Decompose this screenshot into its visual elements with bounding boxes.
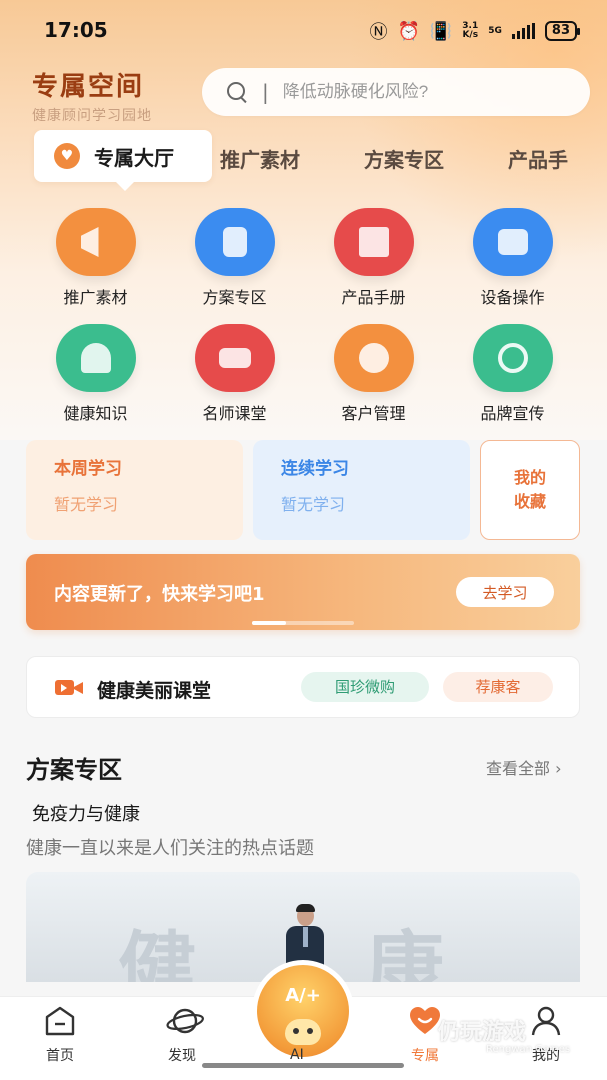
home-indicator <box>202 1063 404 1068</box>
network-type: 5G <box>488 25 502 36</box>
classroom-bar[interactable]: 健康美丽课堂 国珍微购 荐康客 <box>26 656 580 718</box>
grid-item-health-knowledge[interactable]: 健康知识 <box>26 324 165 424</box>
tab-exclusive-hall[interactable]: ♥ 专属大厅 <box>34 130 212 191</box>
tab-products[interactable]: 产品手 <box>508 144 578 173</box>
video-icon <box>194 324 275 392</box>
tab-label: 专属大厅 <box>94 145 174 170</box>
grid-item-label: 设备操作 <box>480 288 545 307</box>
search-bar[interactable]: | <box>202 68 590 116</box>
battery-icon: 83 <box>544 21 581 41</box>
grid-item-customers[interactable]: 客户管理 <box>304 324 443 424</box>
weekly-study-value: 暂无学习 <box>54 495 119 514</box>
classroom-title: 健康美丽课堂 <box>97 680 212 702</box>
megaphone-icon <box>55 208 136 276</box>
brand-block: 专属空间 健康顾问学习园地 <box>32 66 152 125</box>
document-icon <box>194 208 275 276</box>
tab-promotion[interactable]: 推广素材 <box>220 144 300 173</box>
users-icon <box>333 324 414 392</box>
grid-item-label: 名师课堂 <box>202 404 267 423</box>
article-description: 健康一直以来是人们关注的热点话题 <box>26 838 314 859</box>
video-camera-icon <box>55 678 83 698</box>
page-title: 专属空间 <box>32 72 145 102</box>
signal-icon <box>511 23 535 39</box>
chip-jiankangke[interactable]: 荐康客 <box>443 672 553 702</box>
banner-text: 内容更新了，快来学习吧1 <box>54 584 265 605</box>
search-divider: | <box>262 80 269 104</box>
continuous-study-card[interactable]: 连续学习 暂无学习 <box>253 440 470 540</box>
grid-item-manual[interactable]: 产品手册 <box>304 208 443 308</box>
favorites-label-line1: 我的 <box>513 468 546 487</box>
section-title: 方案专区 <box>26 756 122 784</box>
article-title[interactable]: 免疫力与健康 <box>32 800 140 826</box>
grid-item-solutions[interactable]: 方案专区 <box>165 208 304 308</box>
nav-discover[interactable]: 发现 <box>142 1005 222 1065</box>
nav-label-ai: AI <box>290 1047 304 1063</box>
vibrate-icon: 📳 <box>429 20 453 42</box>
nav-home[interactable]: 首页 <box>20 1005 100 1065</box>
nfc-icon: Ⓝ <box>369 22 388 43</box>
ai-badge-text: A/+ <box>285 985 321 1006</box>
status-time: 17:05 <box>44 18 108 42</box>
grid-item-device[interactable]: 设备操作 <box>443 208 582 308</box>
grid-item-promotion[interactable]: 推广素材 <box>26 208 165 308</box>
thumbnail-char: 康 <box>366 923 449 982</box>
carousel-indicator <box>252 621 354 625</box>
tab-solutions[interactable]: 方案专区 <box>364 144 444 173</box>
chip-guozhen[interactable]: 国珍微购 <box>301 672 429 702</box>
status-icons: Ⓝ ⏰ 📳 3.1 K/s 5G 83 <box>369 18 581 44</box>
grid-item-label: 方案专区 <box>202 288 267 307</box>
brand-logo-icon <box>472 324 553 392</box>
watermark-logo: 仍玩游戏 Rengwan Games <box>438 1014 570 1055</box>
thumbnail-char: 健 <box>118 923 201 982</box>
book-icon <box>333 208 414 276</box>
grid-item-label: 客户管理 <box>341 404 406 423</box>
watermark-subtext: Rengwan Games <box>486 1044 571 1055</box>
heart-icon <box>408 1005 442 1037</box>
weekly-study-card[interactable]: 本周学习 暂无学习 <box>26 440 243 540</box>
favorites-label-line2: 收藏 <box>513 492 546 511</box>
grid-item-classroom[interactable]: 名师课堂 <box>165 324 304 424</box>
nav-label: 首页 <box>46 1048 74 1064</box>
continuous-study-title: 连续学习 <box>281 459 349 479</box>
category-tabs: ♥ 专属大厅 推广素材 方案专区 产品手 <box>0 130 607 191</box>
heart-icon: ♥ <box>54 143 80 169</box>
search-icon <box>226 81 248 103</box>
grid-item-label: 产品手册 <box>341 288 406 307</box>
view-all-link[interactable]: 查看全部 › <box>486 755 562 779</box>
reading-icon <box>55 324 136 392</box>
promo-banner[interactable]: 内容更新了，快来学习吧1 去学习 <box>26 554 580 630</box>
network-speed-unit: K/s <box>462 30 479 40</box>
weekly-study-title: 本周学习 <box>54 459 122 479</box>
continuous-study-value: 暂无学习 <box>281 495 346 514</box>
search-input[interactable] <box>282 82 533 102</box>
watermark-text: 仍玩游戏 <box>438 1020 527 1045</box>
grid-item-label: 推广素材 <box>63 288 128 307</box>
favorites-button[interactable]: 我的 收藏 <box>480 440 580 540</box>
nav-label: 发现 <box>168 1048 196 1064</box>
status-bar: 17:05 Ⓝ ⏰ 📳 3.1 K/s 5G 83 <box>0 0 607 58</box>
nav-label: 专属 <box>411 1048 439 1064</box>
page-subtitle: 健康顾问学习园地 <box>32 108 152 124</box>
ai-mascot-icon: A/+ <box>257 965 349 1057</box>
server-icon <box>472 208 553 276</box>
grid-item-brand[interactable]: 品牌宣传 <box>443 324 582 424</box>
network-speed: 3.1 K/s <box>462 22 478 40</box>
home-icon <box>43 1005 77 1037</box>
alarm-icon: ⏰ <box>397 20 420 42</box>
go-study-button[interactable]: 去学习 <box>456 577 554 607</box>
grid-item-label: 品牌宣传 <box>480 404 545 423</box>
planet-icon <box>165 1005 204 1037</box>
feature-grid: 推广素材 方案专区 产品手册 设备操作 健康知识 名师课堂 客户管理 品牌宣传 <box>26 208 582 424</box>
grid-item-label: 健康知识 <box>63 404 128 423</box>
